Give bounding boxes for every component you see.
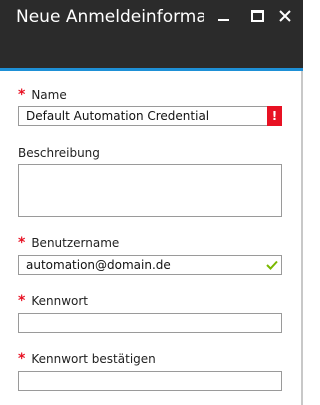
error-icon: !	[267, 106, 282, 126]
maximize-icon	[251, 10, 264, 22]
header-accent-line	[0, 68, 303, 71]
close-icon	[279, 10, 291, 22]
minimize-icon	[218, 19, 229, 21]
close-button[interactable]	[274, 6, 298, 26]
password-field[interactable]	[18, 313, 282, 333]
username-label: * Benutzername	[18, 235, 120, 251]
required-marker: *	[18, 351, 26, 367]
description-label: Beschreibung	[18, 146, 100, 160]
required-marker: *	[18, 87, 26, 103]
password-confirm-label: * Kennwort bestätigen	[18, 351, 156, 367]
minimize-button[interactable]	[213, 6, 237, 26]
blade-header: Neue Anmeldeinforma...	[0, 0, 303, 68]
scroll-edge	[301, 71, 303, 405]
username-field[interactable]: automation@domain.de	[18, 255, 282, 275]
name-field[interactable]: Default Automation Credential !	[18, 106, 282, 126]
description-field[interactable]	[18, 164, 282, 217]
password-label: * Kennwort	[18, 293, 88, 309]
blade-title: Neue Anmeldeinforma...	[16, 7, 204, 27]
password-confirm-field[interactable]	[18, 371, 282, 391]
username-value: automation@domain.de	[26, 258, 171, 272]
required-marker: *	[18, 235, 26, 251]
required-marker: *	[18, 293, 26, 309]
maximize-button[interactable]	[246, 6, 270, 26]
name-label: * Name	[18, 87, 67, 103]
name-value: Default Automation Credential	[26, 109, 210, 123]
checkmark-icon	[266, 260, 278, 270]
